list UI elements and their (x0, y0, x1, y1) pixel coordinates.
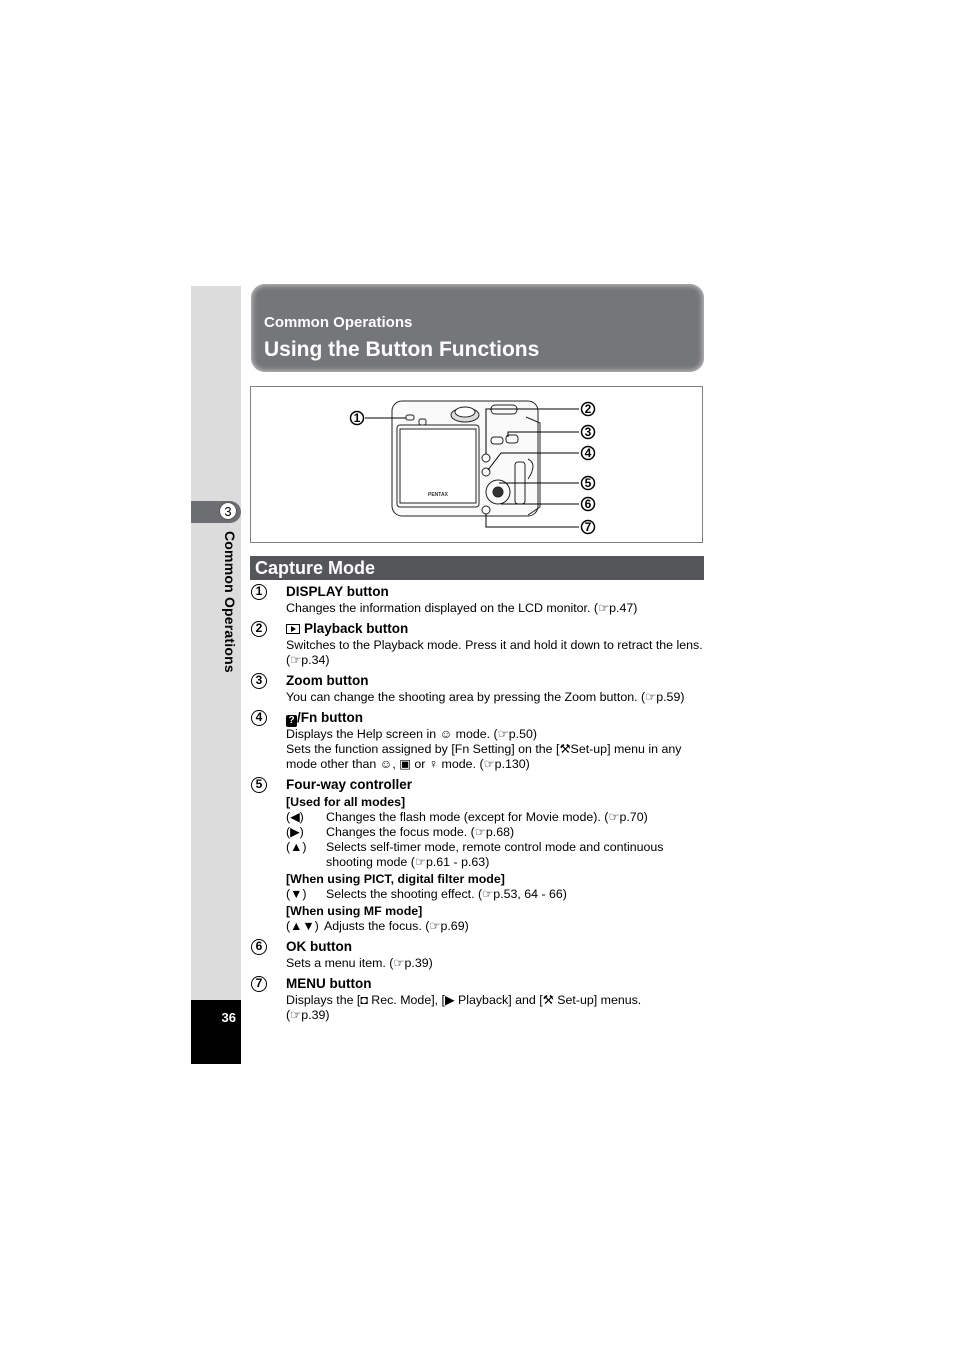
item-number: 5 (251, 777, 267, 793)
callout-1: 1 (354, 411, 361, 425)
list-item-help-fn-button: 4 ?/Fn button Displays the Help screen i… (250, 709, 706, 772)
section-title: Capture Mode (255, 558, 376, 578)
controller-row: (◀) Changes the flash mode (except for Mo… (286, 810, 706, 825)
controller-row: (▶) Changes the focus mode. (☞p.68) (286, 825, 706, 840)
direction-key: (◀) (286, 810, 304, 824)
direction-key: (▼) (286, 887, 307, 901)
controller-row: (▲) Selects self-timer mode, remote contr… (286, 840, 706, 870)
item-text: You can change the shooting area by pres… (286, 690, 685, 704)
brand-label: PENTAX (428, 492, 449, 498)
list-item-ok-button: 6 OK button Sets a menu item. (☞p.39) (250, 938, 706, 971)
item-text: Displays the Help screen in ☺ mode. (☞p.… (286, 727, 538, 741)
callout-5: 5 (585, 476, 592, 490)
item-text: (☞p.39) (286, 1008, 330, 1022)
direction-key: (▶) (286, 825, 304, 839)
item-text: Sets the function assigned by [Fn Settin… (286, 742, 682, 756)
item-heading: OK button (286, 939, 352, 954)
list-item-display-button: 1 DISPLAY button Changes the information… (250, 583, 706, 616)
camera-figure: PENTAX 1 2 3 4 5 6 7 (250, 386, 703, 543)
chapter-label: Common Operations (222, 531, 238, 673)
item-text: Sets a menu item. (☞p.39) (286, 956, 433, 970)
callout-6: 6 (585, 497, 592, 511)
item-heading: /Fn button (297, 710, 363, 725)
camera-illustration: PENTAX 1 2 3 4 5 6 7 (349, 400, 596, 535)
item-number: 6 (251, 939, 267, 955)
item-heading: MENU button (286, 976, 372, 991)
item-text: Changes the information displayed on the… (286, 601, 638, 615)
row-text: Changes the focus mode. (☞p.68) (326, 825, 515, 839)
list-item-playback-button: 2 Playback button Switches to the Playba… (250, 620, 706, 668)
page-title: Using the Button Functions (264, 338, 540, 361)
item-text: (☞p.34) (286, 653, 330, 667)
item-subheading: [When using PICT, digital filter mode] (286, 872, 505, 886)
direction-key: (▲) (286, 840, 307, 854)
controller-row: (▲▼) Adjusts the focus. (☞p.69) (286, 919, 706, 934)
item-heading: Playback button (304, 621, 409, 636)
item-text: mode other than ☺, ▣ or ♀ mode. (☞p.130) (286, 757, 530, 771)
callout-7: 7 (585, 520, 592, 534)
item-text: Displays the [◘ Rec. Mode], [▶ Playback]… (286, 993, 642, 1007)
playback-icon (286, 624, 300, 634)
item-number: 4 (251, 710, 267, 726)
controller-row: (▼) Selects the shooting effect. (☞p.53, … (286, 887, 706, 902)
section-heading: Capture Mode (250, 556, 704, 580)
button-list: 1 DISPLAY button Changes the information… (250, 583, 706, 1027)
item-number: 7 (251, 976, 267, 992)
help-icon: ? (286, 715, 297, 727)
callout-4: 4 (585, 446, 592, 460)
camera-body (391, 400, 541, 517)
item-text: Switches to the Playback mode. Press it … (286, 638, 703, 652)
callout-3: 3 (585, 425, 592, 439)
list-item-four-way-controller: 5 Four-way controller [Used for all mode… (250, 776, 706, 934)
list-item-menu-button: 7 MENU button Displays the [◘ Rec. Mode]… (250, 975, 706, 1023)
page-number: 36 (221, 1010, 236, 1025)
direction-key: (▲▼) (286, 919, 319, 933)
list-item-zoom-button: 3 Zoom button You can change the shootin… (250, 672, 706, 705)
row-text: Changes the flash mode (except for Movie… (326, 810, 648, 824)
row-text: Selects the shooting effect. (☞p.53, 64 … (326, 887, 567, 901)
item-heading: Four-way controller (286, 777, 413, 792)
page-header: Common Operations Using the Button Funct… (251, 284, 704, 372)
item-number: 3 (251, 673, 267, 689)
chapter-sidebar (191, 286, 241, 1064)
item-heading: DISPLAY button (286, 584, 389, 599)
row-text: Adjusts the focus. (☞p.69) (324, 919, 469, 933)
item-subheading: [Used for all modes] (286, 795, 406, 809)
chapter-number-badge: 3 (219, 502, 237, 520)
item-heading: Zoom button (286, 673, 369, 688)
item-number: 1 (251, 584, 267, 600)
callout-2: 2 (585, 402, 592, 416)
row-text: Selects self-timer mode, remote control … (326, 840, 664, 869)
header-subtitle: Common Operations (264, 314, 413, 331)
item-number: 2 (251, 621, 267, 637)
item-subheading: [When using MF mode] (286, 904, 423, 918)
